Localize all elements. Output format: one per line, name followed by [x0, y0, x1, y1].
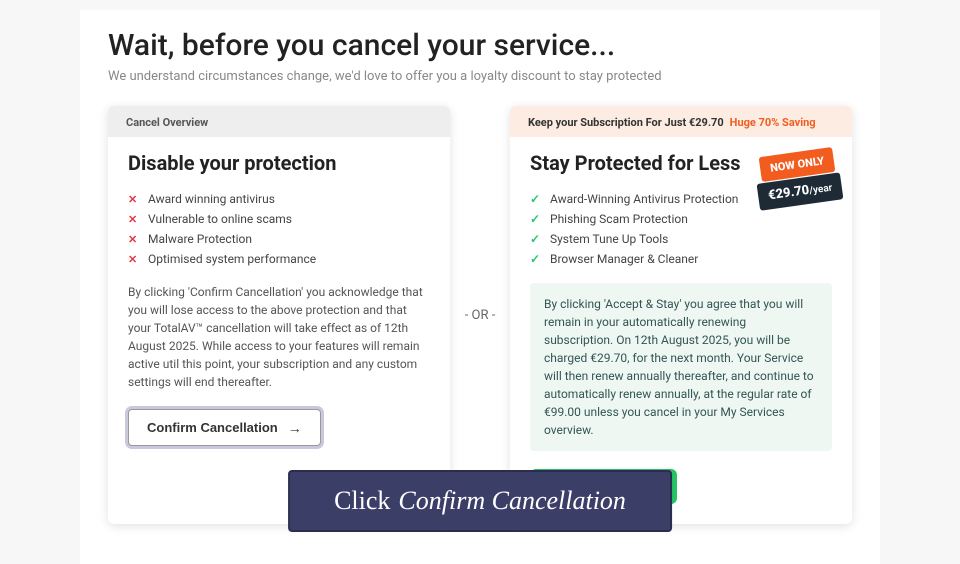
confirm-cancellation-button[interactable]: Confirm Cancellation → [128, 409, 321, 446]
page-title: Wait, before you cancel your service... [108, 28, 852, 63]
check-icon: ✓ [530, 212, 542, 226]
stay-header-main: Keep your Subscription For Just €29.70 [528, 116, 724, 129]
feature-label: System Tune Up Tools [550, 232, 668, 246]
list-item: ✕ Optimised system performance [128, 249, 430, 269]
x-icon: ✕ [128, 193, 140, 206]
cancel-card-header: Cancel Overview [108, 106, 450, 137]
cancel-feature-list: ✕ Award winning antivirus ✕ Vulnerable to … [128, 189, 430, 269]
cancel-card-title: Disable your protection [128, 151, 430, 175]
stay-header-saving: Huge 70% Saving [730, 116, 816, 129]
check-icon: ✓ [530, 252, 542, 266]
list-item: ✕ Vulnerable to online scams [128, 209, 430, 229]
instruction-callout: Click Confirm Cancellation [288, 470, 672, 532]
feature-label: Vulnerable to online scams [148, 212, 292, 226]
x-icon: ✕ [128, 213, 140, 226]
check-icon: ✓ [530, 192, 542, 206]
feature-label: Award winning antivirus [148, 192, 275, 206]
page-subtitle: We understand circumstances change, we'd… [108, 69, 852, 84]
feature-label: Malware Protection [148, 232, 252, 246]
check-icon: ✓ [530, 232, 542, 246]
feature-label: Optimised system performance [148, 252, 316, 266]
cancel-disclaimer: By clicking 'Confirm Cancellation' you a… [128, 283, 430, 391]
or-separator: - OR - [450, 106, 510, 524]
feature-label: Browser Manager & Cleaner [550, 252, 698, 266]
list-item: ✕ Malware Protection [128, 229, 430, 249]
stay-card-header: Keep your Subscription For Just €29.70 H… [510, 106, 852, 137]
stay-card: Keep your Subscription For Just €29.70 H… [510, 106, 852, 524]
x-icon: ✕ [128, 253, 140, 266]
button-label: Confirm Cancellation [147, 420, 278, 435]
list-item: ✓ Browser Manager & Cleaner [530, 249, 832, 269]
cards-row: Cancel Overview Disable your protection … [108, 106, 852, 524]
list-item: ✓ System Tune Up Tools [530, 229, 832, 249]
list-item: ✕ Award winning antivirus [128, 189, 430, 209]
price-badge: NOW ONLY €29.70/year [740, 150, 840, 214]
feature-label: Award-Winning Antivirus Protection [550, 192, 738, 206]
feature-label: Phishing Scam Protection [550, 212, 688, 226]
callout-prefix: Click [334, 486, 390, 516]
arrow-right-icon: → [288, 421, 302, 435]
badge-price-value: €29.70 [767, 183, 810, 204]
callout-action: Confirm Cancellation [398, 486, 626, 516]
stay-disclaimer: By clicking 'Accept & Stay' you agree th… [530, 283, 832, 451]
x-icon: ✕ [128, 233, 140, 246]
cancel-card: Cancel Overview Disable your protection … [108, 106, 450, 524]
badge-price-period: /year [808, 183, 832, 197]
